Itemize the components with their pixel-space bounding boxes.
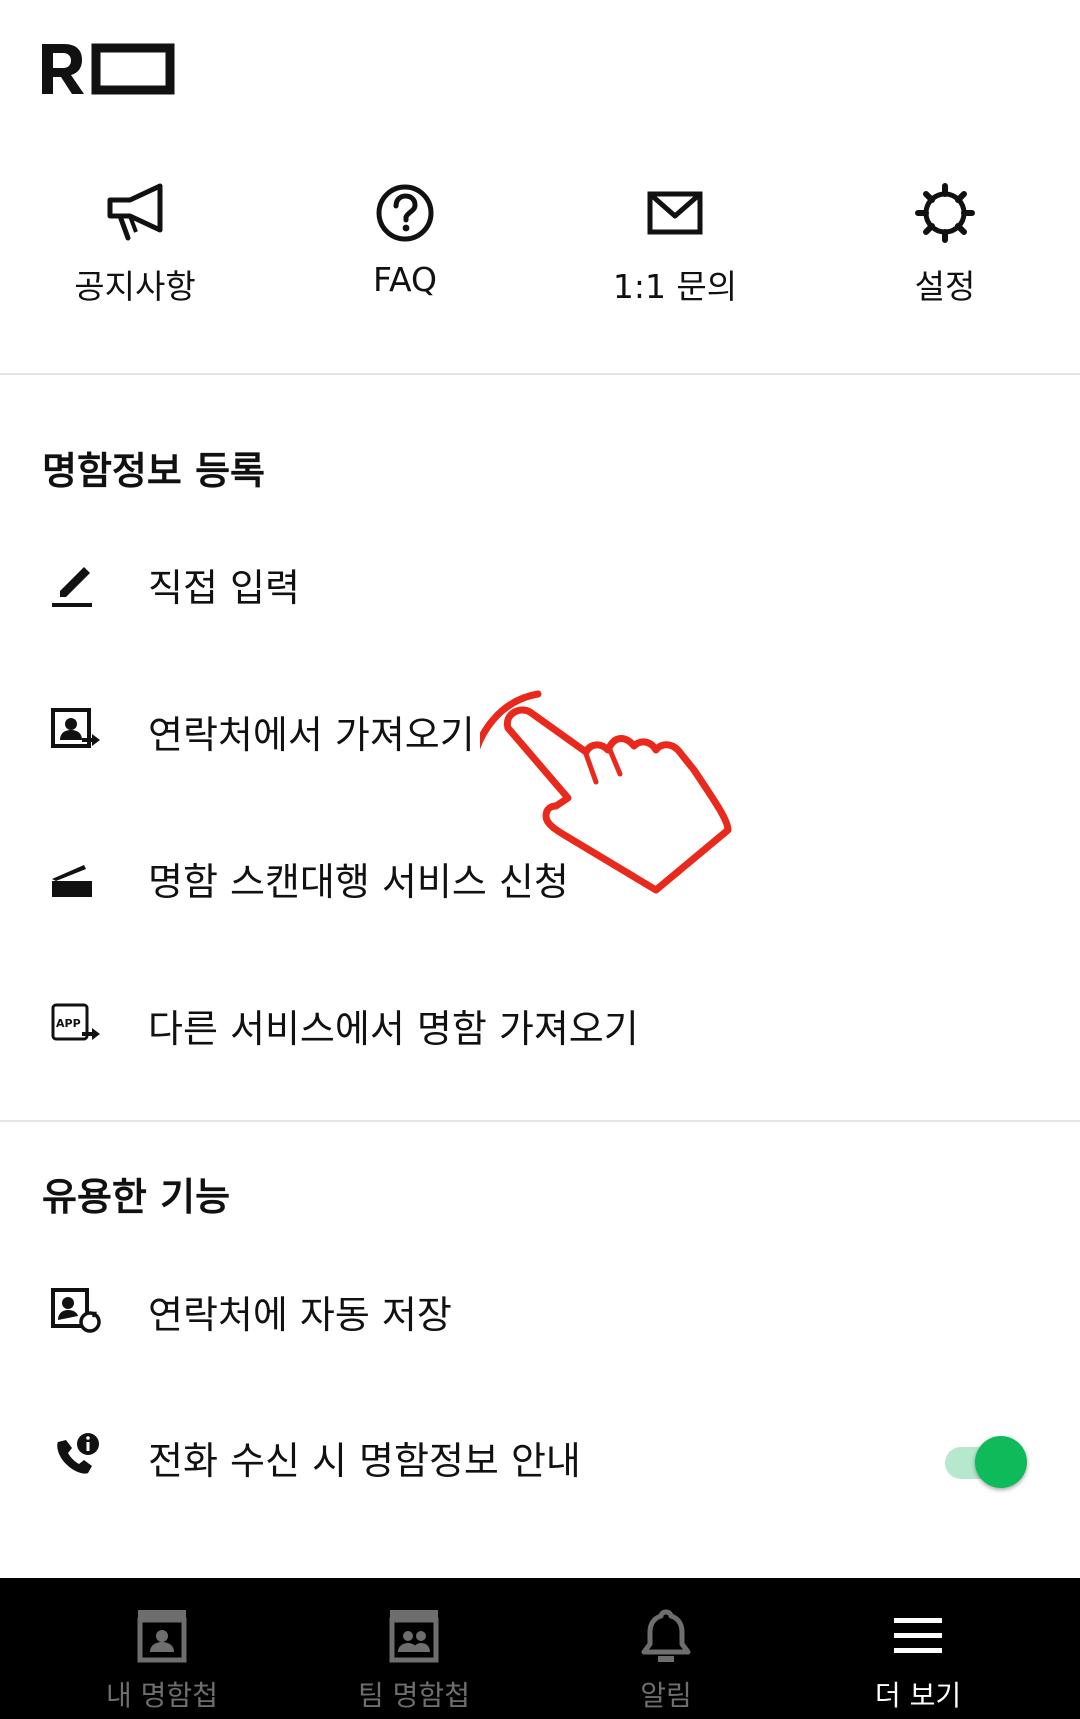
import-contacts-item[interactable]: 연락처에서 가져오기 [0, 672, 1080, 792]
contact-sync-icon [51, 1288, 101, 1333]
caller-info-item[interactable]: 전화 수신 시 명함정보 안내 [0, 1398, 1080, 1518]
phone-info-icon [57, 1433, 99, 1474]
my-cards-icon [137, 1610, 187, 1663]
pencil-icon [52, 567, 92, 607]
nav-alerts[interactable]: 알림 [540, 1578, 792, 1719]
notice-label: 공지사항 [74, 267, 196, 306]
settings-label: 설정 [914, 267, 976, 306]
bell-icon [641, 1609, 691, 1662]
settings-link[interactable]: 설정 [810, 180, 1080, 330]
remember-logo [42, 43, 175, 95]
notice-link[interactable]: 공지사항 [0, 180, 270, 330]
envelope-icon [647, 191, 703, 235]
app-import-icon: APP [51, 1003, 100, 1041]
faq-link[interactable]: FAQ [270, 180, 540, 330]
nav-label: 팀 명함첩 [358, 1679, 470, 1712]
inquiry-link[interactable]: 1:1 문의 [540, 180, 810, 330]
megaphone-icon [107, 183, 163, 241]
manual-input-label: 직접 입력 [148, 566, 300, 610]
scan-service-label: 명함 스캔대행 서비스 신청 [148, 860, 569, 904]
gear-icon [915, 183, 975, 243]
faq-label: FAQ [373, 260, 437, 299]
quick-links: 공지사항 FAQ 1:1 문의 설정 [0, 180, 1080, 330]
caller-info-label: 전화 수신 시 명함정보 안내 [148, 1439, 581, 1483]
menu-icon [894, 1618, 942, 1653]
nav-label: 내 명함첩 [106, 1679, 218, 1712]
contact-import-icon [51, 708, 100, 748]
inquiry-label: 1:1 문의 [612, 267, 738, 306]
register-section-title: 명함정보 등록 [42, 449, 265, 493]
auto-save-contacts-item[interactable]: 연락처에 자동 저장 [0, 1252, 1080, 1372]
divider [0, 373, 1080, 375]
nav-more[interactable]: 더 보기 [792, 1578, 1044, 1719]
toggle-thumb [975, 1436, 1027, 1488]
bottom-nav: 내 명함첩 팀 명함첩 알림 더 보기 [0, 1578, 1080, 1719]
team-cards-icon [389, 1610, 439, 1663]
nav-label: 알림 [640, 1679, 692, 1712]
nav-my-cards[interactable]: 내 명함첩 [36, 1578, 288, 1719]
features-section-title: 유용한 기능 [42, 1175, 231, 1219]
scan-service-item[interactable]: 명함 스캔대행 서비스 신청 [0, 819, 1080, 939]
caller-info-toggle[interactable] [945, 1436, 1030, 1488]
divider [0, 1120, 1080, 1122]
manual-input-item[interactable]: 직접 입력 [0, 525, 1080, 645]
auto-save-contacts-label: 연락처에 자동 저장 [148, 1293, 452, 1337]
svg-text:APP: APP [56, 1017, 81, 1030]
question-circle-icon [376, 184, 434, 242]
import-other-service-item[interactable]: APP 다른 서비스에서 명함 가져오기 [0, 966, 1080, 1086]
nav-team-cards[interactable]: 팀 명함첩 [288, 1578, 540, 1719]
import-other-service-label: 다른 서비스에서 명함 가져오기 [148, 1007, 639, 1051]
import-contacts-label: 연락처에서 가져오기 [148, 713, 475, 757]
scanner-icon [52, 865, 92, 897]
nav-label: 더 보기 [874, 1679, 962, 1712]
